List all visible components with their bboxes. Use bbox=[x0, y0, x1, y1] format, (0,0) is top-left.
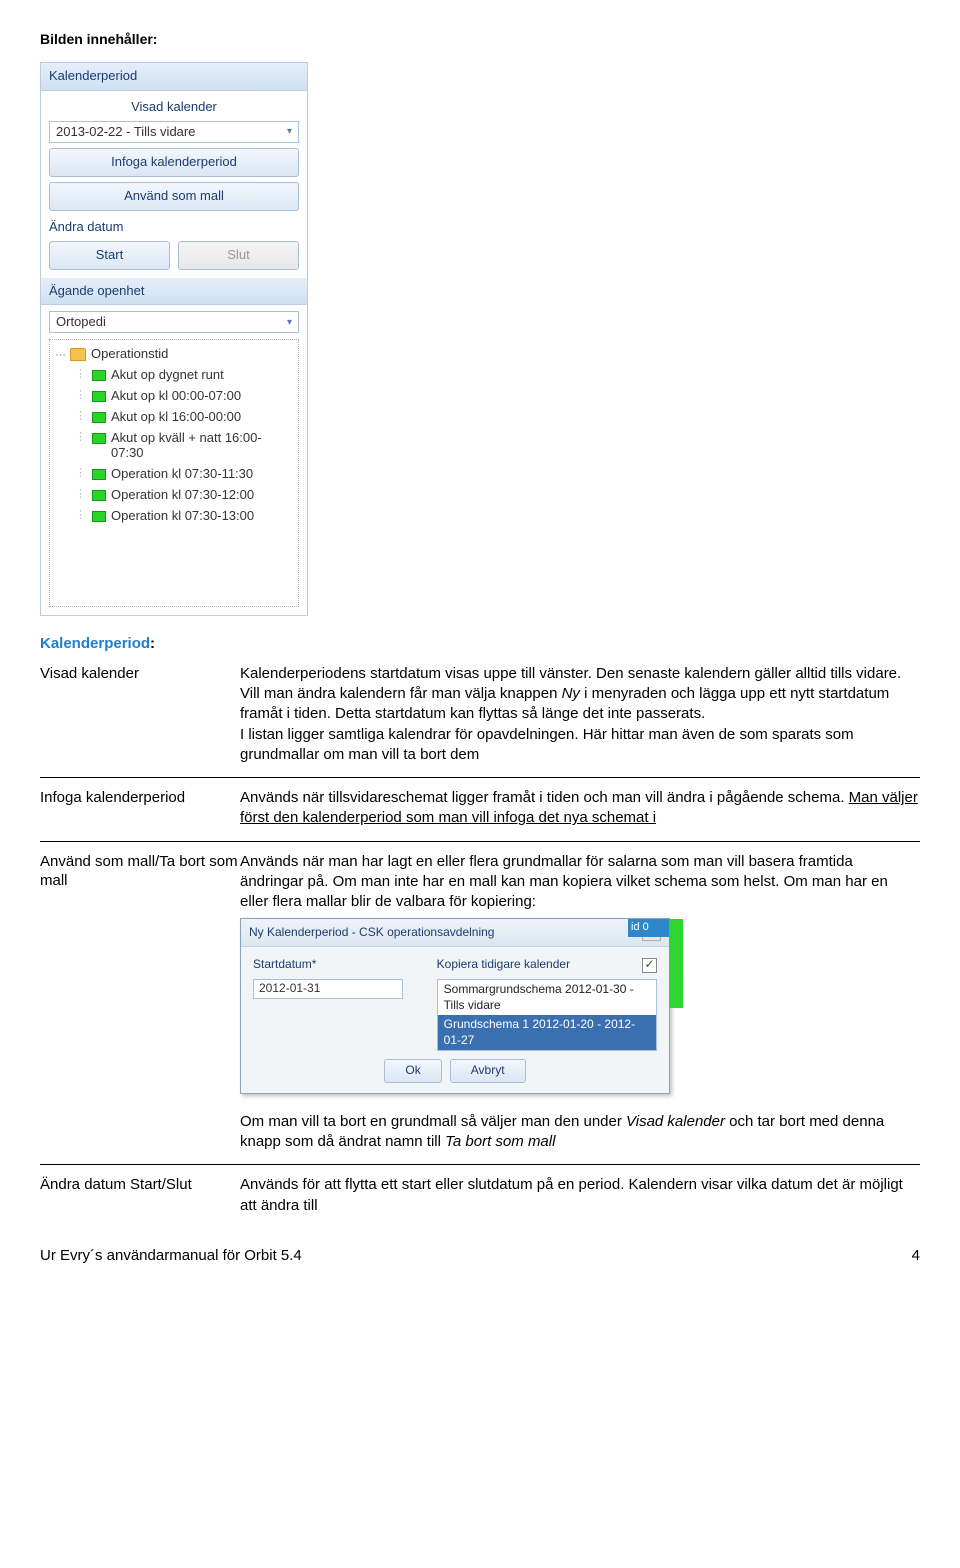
tree-item[interactable]: ⋮Akut op dygnet runt bbox=[55, 365, 293, 386]
label-andra-datum: Ändra datum bbox=[49, 219, 299, 236]
desc-visad-kalender: Kalenderperiodens startdatum visas uppe … bbox=[240, 664, 920, 765]
startdatum-value: 2012-01-31 bbox=[259, 981, 320, 997]
divider bbox=[40, 1164, 920, 1165]
label-kopiera: Kopiera tidigare kalender bbox=[437, 957, 570, 973]
footer-text: Ur Evry´s användarmanual för Orbit 5.4 bbox=[40, 1246, 302, 1266]
desc-mall-continued: Om man vill ta bort en grundmall så välj… bbox=[240, 1112, 920, 1153]
tree-root[interactable]: ⋯ Operationstid bbox=[55, 344, 293, 365]
agande-value: Ortopedi bbox=[56, 314, 106, 331]
tree-item[interactable]: ⋮Operation kl 07:30-12:00 bbox=[55, 485, 293, 506]
tree-item-label: Akut op dygnet runt bbox=[111, 368, 224, 383]
panel-screenshot: Kalenderperiod Visad kalender 2013-02-22… bbox=[40, 62, 308, 616]
definitions-section: Kalenderperiod: Visad kalender Kalenderp… bbox=[40, 634, 920, 1216]
term-infoga: Infoga kalenderperiod bbox=[40, 788, 240, 808]
infoga-kalenderperiod-button[interactable]: Infoga kalenderperiod bbox=[49, 148, 299, 177]
tree-item[interactable]: ⋮Operation kl 07:30-13:00 bbox=[55, 506, 293, 527]
green-square-icon bbox=[92, 490, 106, 501]
definition-title: Kalenderperiod: bbox=[40, 634, 155, 654]
tree-item-label: Operation kl 07:30-13:00 bbox=[111, 509, 254, 524]
dialog-screenshot: id 0 Ny Kalenderperiod - CSK operationsa… bbox=[240, 918, 670, 1094]
desc-infoga: Används när tillsvidareschemat ligger fr… bbox=[240, 788, 920, 829]
startdatum-input[interactable]: 2012-01-31 bbox=[253, 979, 403, 999]
tree-root-label: Operationstid bbox=[91, 346, 168, 363]
avbryt-button[interactable]: Avbryt bbox=[450, 1059, 526, 1083]
tree-toggle-icon: ⋯ bbox=[55, 348, 65, 362]
panel-header-agande: Ägande openhet bbox=[41, 278, 307, 306]
divider bbox=[40, 777, 920, 778]
definitions-table: Visad kalender Kalenderperiodens startda… bbox=[40, 664, 920, 1216]
tree-item-label: Akut op kl 16:00-00:00 bbox=[111, 410, 241, 425]
green-square-icon bbox=[92, 433, 106, 444]
page-number: 4 bbox=[912, 1246, 920, 1266]
definition-row: Infoga kalenderperiod Används när tillsv… bbox=[40, 788, 920, 829]
tree-item[interactable]: ⋮Operation kl 07:30-11:30 bbox=[55, 464, 293, 485]
page-heading: Bilden innehåller: bbox=[40, 30, 920, 48]
agande-openhet-dropdown[interactable]: Ortopedi ▾ bbox=[49, 311, 299, 333]
tree-item[interactable]: ⋮Akut op kväll + natt 16:00-07:30 bbox=[55, 428, 293, 464]
list-item-selected[interactable]: Grundschema 1 2012-01-20 - 2012-01-27 bbox=[438, 1015, 656, 1050]
green-square-icon bbox=[92, 469, 106, 480]
visad-kalender-value: 2013-02-22 - Tills vidare bbox=[56, 124, 195, 141]
folder-icon bbox=[70, 348, 86, 361]
start-button[interactable]: Start bbox=[49, 241, 170, 270]
green-square-icon bbox=[92, 391, 106, 402]
label-visad-kalender: Visad kalender bbox=[49, 99, 299, 116]
dialog-titlebar: Ny Kalenderperiod - CSK operationsavdeln… bbox=[241, 919, 669, 947]
list-item[interactable]: Sommargrundschema 2012-01-30 - Tills vid… bbox=[438, 980, 656, 1015]
divider bbox=[40, 841, 920, 842]
anvand-som-mall-button[interactable]: Använd som mall bbox=[49, 182, 299, 211]
dialog-title-text: Ny Kalenderperiod - CSK operationsavdeln… bbox=[249, 925, 494, 941]
slut-button[interactable]: Slut bbox=[178, 241, 299, 270]
definition-row: Använd som mall/Ta bort som mall Används… bbox=[40, 852, 920, 1153]
panel-body-agande: Ortopedi ▾ ⋯ Operationstid ⋮Akut op dygn… bbox=[41, 305, 307, 615]
green-square-icon bbox=[92, 511, 106, 522]
tree-item-label: Akut op kväll + natt 16:00-07:30 bbox=[111, 431, 293, 461]
term-visad-kalender: Visad kalender bbox=[40, 664, 240, 684]
label-startdatum: Startdatum* bbox=[253, 957, 316, 971]
desc-mall: Används när man har lagt en eller flera … bbox=[240, 852, 920, 913]
dialog-side-strip bbox=[669, 919, 683, 1008]
operationstid-tree[interactable]: ⋯ Operationstid ⋮Akut op dygnet runt ⋮Ak… bbox=[49, 339, 299, 607]
visad-kalender-dropdown[interactable]: 2013-02-22 - Tills vidare ▾ bbox=[49, 121, 299, 143]
term-andra-datum: Ändra datum Start/Slut bbox=[40, 1175, 240, 1195]
kalender-list[interactable]: Sommargrundschema 2012-01-30 - Tills vid… bbox=[437, 979, 657, 1051]
tree-item-label: Akut op kl 00:00-07:00 bbox=[111, 389, 241, 404]
tree-item[interactable]: ⋮Akut op kl 00:00-07:00 bbox=[55, 386, 293, 407]
green-square-icon bbox=[92, 412, 106, 423]
tree-item-label: Operation kl 07:30-11:30 bbox=[111, 467, 253, 482]
panel-header-kalenderperiod: Kalenderperiod bbox=[41, 63, 307, 91]
desc-andra-datum: Används för att flytta ett start eller s… bbox=[240, 1175, 920, 1216]
definition-row: Visad kalender Kalenderperiodens startda… bbox=[40, 664, 920, 765]
kopiera-checkbox[interactable]: ✓ bbox=[642, 958, 657, 973]
panel-body-kalender: Visad kalender 2013-02-22 - Tills vidare… bbox=[41, 91, 307, 277]
ok-button[interactable]: Ok bbox=[384, 1059, 441, 1083]
green-square-icon bbox=[92, 370, 106, 381]
page-footer: Ur Evry´s användarmanual för Orbit 5.4 4 bbox=[40, 1246, 920, 1266]
chevron-down-icon: ▾ bbox=[287, 125, 292, 138]
tree-item[interactable]: ⋮Akut op kl 16:00-00:00 bbox=[55, 407, 293, 428]
term-mall: Använd som mall/Ta bort som mall bbox=[40, 852, 240, 891]
definition-row: Ändra datum Start/Slut Används för att f… bbox=[40, 1175, 920, 1216]
tree-item-label: Operation kl 07:30-12:00 bbox=[111, 488, 254, 503]
chevron-down-icon: ▾ bbox=[287, 316, 292, 329]
